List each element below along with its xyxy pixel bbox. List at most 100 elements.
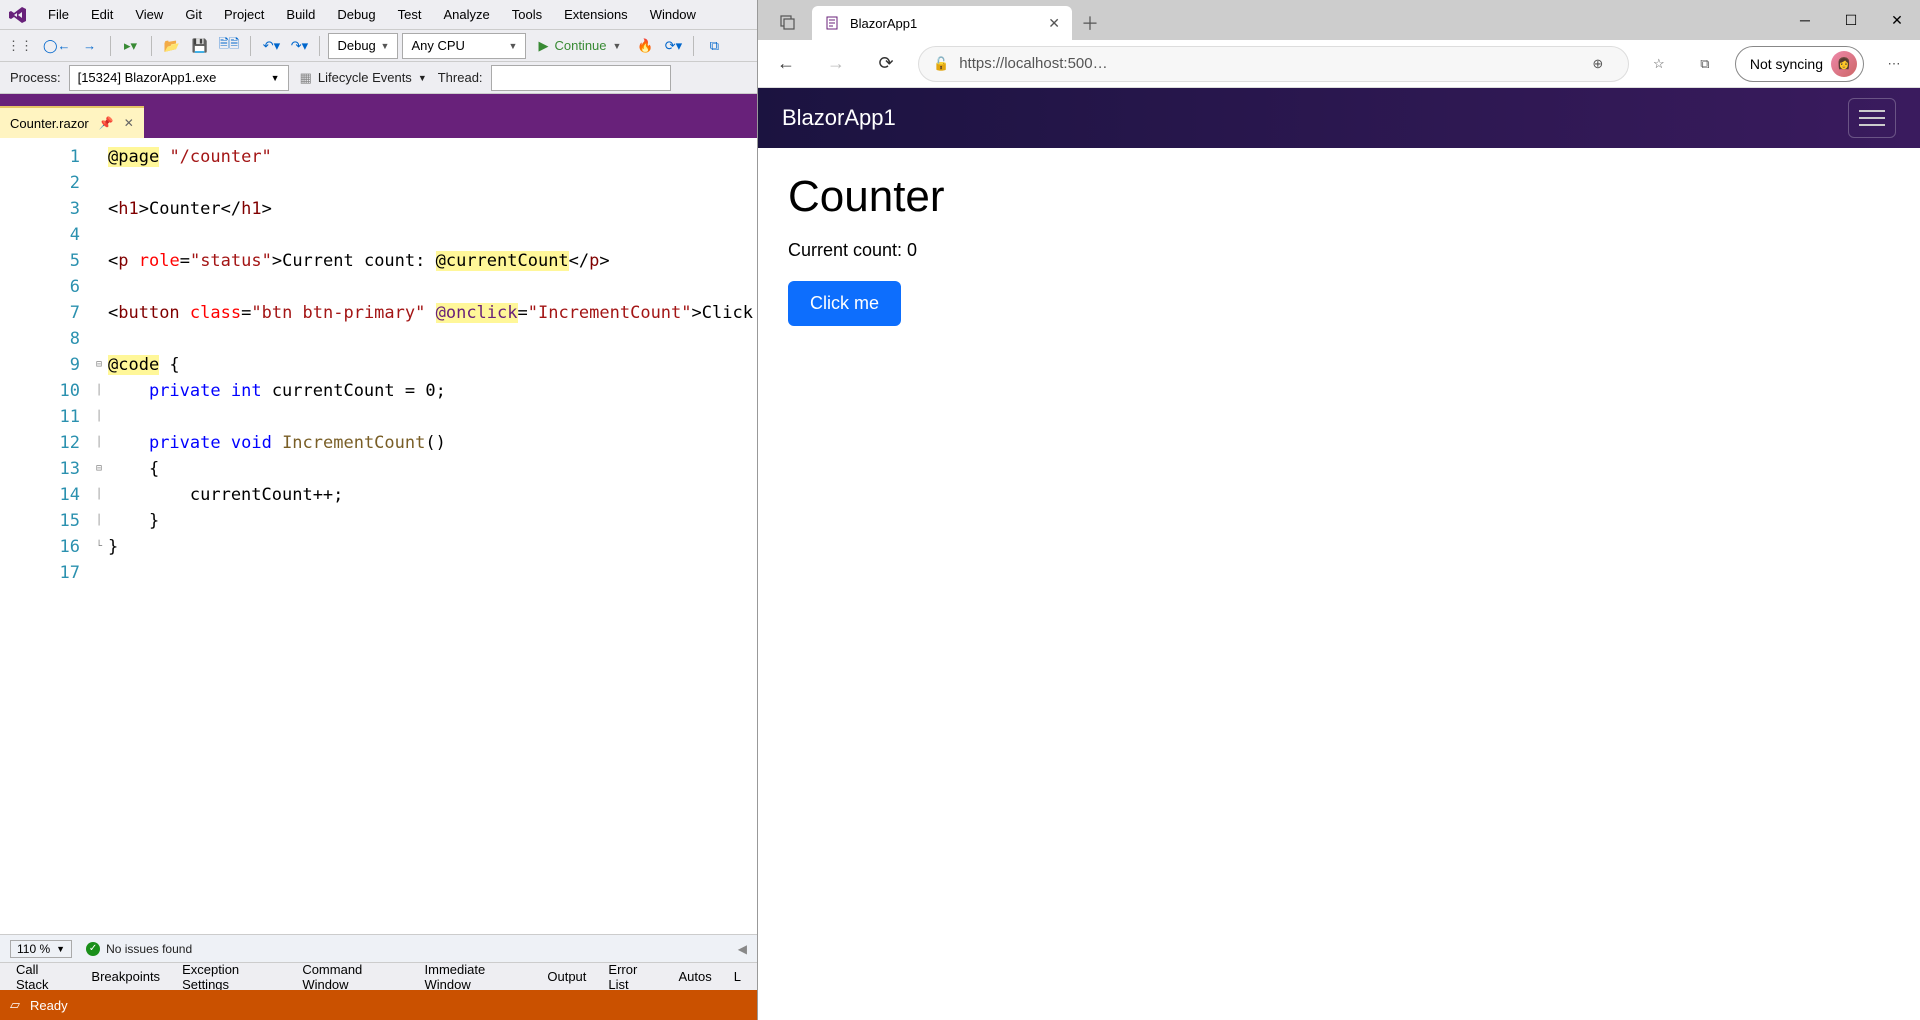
zoom-value: 110 % [17, 942, 50, 956]
redo-button[interactable]: ↷▾ [287, 34, 311, 58]
hot-reload-button[interactable]: 🔥 [633, 34, 657, 58]
browser-titlebar: BlazorApp1 ✕ ＋ ─ ☐ ✕ [758, 0, 1920, 40]
page-heading: Counter [788, 172, 1890, 222]
maximize-button[interactable]: ☐ [1828, 0, 1874, 40]
close-window-button[interactable]: ✕ [1874, 0, 1920, 40]
undo-button[interactable]: ↶▾ [259, 34, 283, 58]
site-info-icon[interactable]: 🔓 [933, 56, 949, 72]
tab-output[interactable]: Output [537, 965, 596, 988]
process-combo[interactable]: [15324] BlazorApp1.exe ▼ [69, 65, 289, 91]
browser-tab-title: BlazorApp1 [850, 16, 1038, 31]
vs-command-bar-spacer [0, 94, 757, 106]
play-icon: ▶ [538, 38, 548, 54]
issues-indicator[interactable]: ✓ No issues found [86, 942, 192, 956]
restart-button[interactable]: ⟳▾ [661, 34, 685, 58]
vs-statusbar: ▱ Ready [0, 990, 757, 1020]
thread-label: Thread: [438, 70, 483, 85]
new-tab-button[interactable]: ＋ [1072, 6, 1108, 40]
nav-left-icon[interactable]: ◀ [738, 942, 747, 956]
profile-sync-button[interactable]: Not syncing 👩 [1735, 46, 1864, 82]
url-text: https://localhost:500… [959, 55, 1572, 72]
page-content: Counter Current count: 0 Click me [758, 148, 1920, 350]
tab-breakpoints[interactable]: Breakpoints [81, 965, 170, 988]
browser-tabstrip: BlazorApp1 ✕ ＋ [758, 0, 1782, 40]
tab-locals[interactable]: L [724, 965, 751, 988]
status-icon: ▱ [10, 997, 20, 1013]
settings-menu-icon[interactable]: ⋯ [1878, 48, 1910, 80]
favorites-icon[interactable]: ☆ [1643, 48, 1675, 80]
save-button[interactable]: 💾 [188, 34, 212, 58]
vs-toolbar: ⋮⋮ ◯← → ▸▾ 📂 💾 🗎🗎 ↶▾ ↷▾ Debug▼ Any CPU▼ … [0, 30, 757, 62]
fold-column[interactable]: ⊟│││⊟││└ [90, 138, 108, 934]
refresh-button[interactable]: ⟳ [868, 46, 904, 82]
save-all-button[interactable]: 🗎🗎 [216, 34, 243, 58]
menu-build[interactable]: Build [276, 3, 325, 26]
tab-autos[interactable]: Autos [669, 965, 722, 988]
collections-icon[interactable]: ⧉ [1689, 48, 1721, 80]
menu-test[interactable]: Test [388, 3, 432, 26]
app-navbar: BlazorApp1 [758, 88, 1920, 148]
visual-studio-window: File Edit View Git Project Build Debug T… [0, 0, 758, 1020]
nav-toggle-button[interactable] [1848, 98, 1896, 138]
menu-extensions[interactable]: Extensions [554, 3, 638, 26]
editor-tab-label: Counter.razor [10, 116, 89, 131]
menu-git[interactable]: Git [175, 3, 212, 26]
menu-view[interactable]: View [125, 3, 173, 26]
menu-edit[interactable]: Edit [81, 3, 123, 26]
zoom-combo[interactable]: 110 % ▼ [10, 940, 72, 958]
tab-actions-button[interactable] [770, 6, 806, 40]
read-aloud-icon[interactable]: ⊕ [1582, 48, 1614, 80]
count-status: Current count: 0 [788, 240, 1890, 261]
edge-browser-window: BlazorApp1 ✕ ＋ ─ ☐ ✕ ← → ⟳ 🔓 https://loc… [758, 0, 1920, 1020]
line-number-gutter: 1234567891011121314151617 [0, 138, 90, 934]
tab-favicon [824, 15, 840, 31]
address-bar[interactable]: 🔓 https://localhost:500… ⊕ [918, 46, 1629, 82]
click-me-button[interactable]: Click me [788, 281, 901, 326]
lifecycle-events-button[interactable]: ▦ Lifecycle Events ▼ [297, 66, 430, 90]
editor-tab-counter[interactable]: Counter.razor 📌 ✕ [0, 106, 144, 138]
configuration-combo[interactable]: Debug▼ [328, 33, 398, 59]
tab-close-icon[interactable]: ✕ [124, 116, 134, 130]
browser-tab-close-icon[interactable]: ✕ [1048, 15, 1060, 32]
lifecycle-label: Lifecycle Events [318, 70, 412, 85]
ok-icon: ✓ [86, 942, 100, 956]
profile-avatar: 👩 [1831, 51, 1857, 77]
window-controls: ─ ☐ ✕ [1782, 0, 1920, 40]
menu-debug[interactable]: Debug [327, 3, 385, 26]
browser-toolbar: ← → ⟳ 🔓 https://localhost:500… ⊕ ☆ ⧉ Not… [758, 40, 1920, 88]
vs-tabstrip: Counter.razor 📌 ✕ [0, 106, 757, 138]
browser-viewport: BlazorApp1 Counter Current count: 0 Clic… [758, 88, 1920, 1020]
back-button[interactable]: ← [768, 46, 804, 82]
process-value: [15324] BlazorApp1.exe [78, 70, 217, 85]
issues-text: No issues found [106, 942, 192, 956]
lifecycle-icon: ▦ [300, 70, 312, 86]
continue-button[interactable]: ▶ Continue ▼ [530, 33, 629, 59]
thread-combo[interactable] [491, 65, 671, 91]
menu-tools[interactable]: Tools [502, 3, 552, 26]
menu-analyze[interactable]: Analyze [433, 3, 499, 26]
status-text: Ready [30, 998, 68, 1013]
vs-logo-icon [4, 3, 32, 27]
drag-handle-icon: ⋮⋮ [4, 34, 36, 58]
forward-button[interactable]: → [818, 46, 854, 82]
new-item-button[interactable]: ▸▾ [119, 34, 143, 58]
browser-link-button[interactable]: ⧉ [702, 34, 726, 58]
tab-pin-icon[interactable]: 📌 [99, 116, 114, 130]
configuration-value: Debug [337, 38, 375, 53]
menu-window[interactable]: Window [640, 3, 706, 26]
menu-file[interactable]: File [38, 3, 79, 26]
app-brand[interactable]: BlazorApp1 [782, 105, 896, 131]
platform-combo[interactable]: Any CPU▼ [402, 33, 526, 59]
continue-label: Continue [554, 38, 606, 53]
browser-tab[interactable]: BlazorApp1 ✕ [812, 6, 1072, 40]
minimize-button[interactable]: ─ [1782, 0, 1828, 40]
code-editor[interactable]: 1234567891011121314151617 ⊟│││⊟││└ @page… [0, 138, 757, 934]
open-file-button[interactable]: 📂 [160, 34, 184, 58]
nav-forward-button[interactable]: → [78, 34, 102, 58]
nav-back-button[interactable]: ◯← [40, 34, 74, 58]
process-label: Process: [10, 70, 61, 85]
code-text[interactable]: @page "/counter" <h1>Counter</h1> <p rol… [108, 138, 757, 934]
platform-value: Any CPU [411, 38, 464, 53]
menu-project[interactable]: Project [214, 3, 274, 26]
vs-debugbar: Process: [15324] BlazorApp1.exe ▼ ▦ Life… [0, 62, 757, 94]
